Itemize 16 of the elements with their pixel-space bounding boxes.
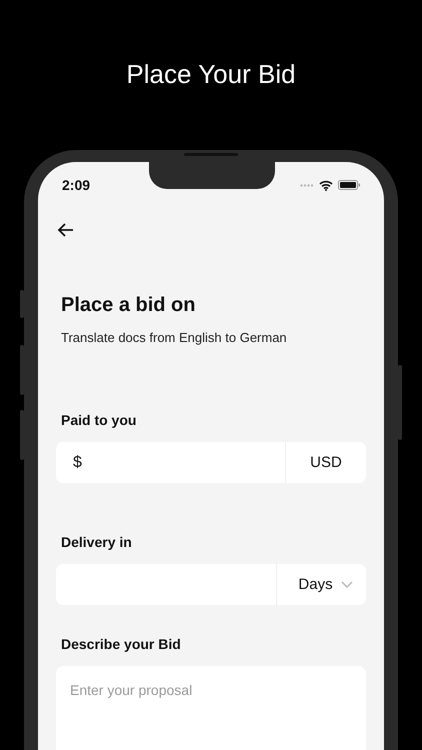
field-label: Paid to you: [61, 412, 138, 428]
battery-icon: [338, 180, 360, 190]
proposal-field[interactable]: Enter your proposal: [56, 666, 366, 750]
wifi-icon: [319, 180, 333, 190]
page-headline: Place Your Bid: [125, 58, 297, 89]
chevron-down-icon: [340, 581, 353, 588]
signal-icon: [300, 184, 314, 186]
field-label: Delivery in: [61, 534, 133, 550]
screen-title: Place a bid on: [61, 294, 196, 317]
field-label: Describe your Bid: [61, 636, 182, 652]
screen-subtitle: Translate docs from English to German: [61, 330, 288, 345]
currency-selector[interactable]: USD: [286, 442, 366, 483]
unit-dropdown[interactable]: Days: [277, 564, 366, 605]
amount-field[interactable]: $: [56, 442, 286, 483]
dollar-sign: $: [73, 454, 82, 472]
status-time: 2:09: [62, 177, 90, 193]
